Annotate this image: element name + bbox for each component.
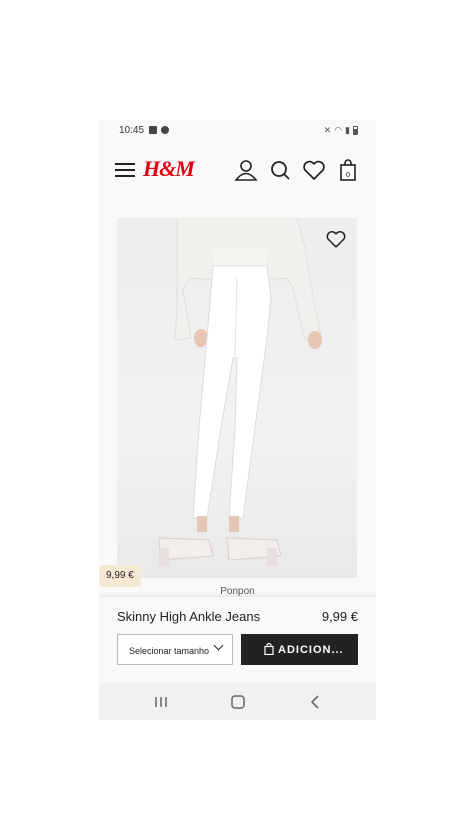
home-icon[interactable] [228,692,248,712]
size-select-label: Selecionar tamanho [129,646,210,656]
signal-icon: ▮ [345,125,350,135]
app-header: H&M 0 [99,142,376,198]
system-icons: ✕ ◠ ▮ [324,125,358,135]
image-price-tag: 9,99 € [99,565,141,587]
add-to-cart-sheet: Skinny High Ankle Jeans 9,99 € Seleciona… [99,597,376,683]
facebook-icon [161,126,169,134]
product-image[interactable] [117,218,357,578]
bag-count: 0 [346,172,350,179]
favorites-icon[interactable] [301,157,327,183]
cropped-text-row: ' ' ' ' ' ' ' ' ' ' ' ' ' ' ' ' ' ' [99,198,376,210]
wifi-icon: ◠ [334,125,343,135]
search-icon[interactable] [267,157,293,183]
size-select[interactable]: Selecionar tamanho [117,634,233,665]
gallery-icon [149,126,157,134]
hm-logo[interactable]: H&M [143,156,195,182]
back-icon[interactable] [305,692,325,712]
battery-icon [353,126,358,135]
shopping-bag-icon[interactable]: 0 [335,157,361,183]
cropped-label: Ponpon [220,586,255,596]
product-name: Skinny High Ankle Jeans [117,609,261,624]
notification-icons [149,126,169,134]
mute-icon: ✕ [323,125,332,135]
bag-icon [264,642,274,658]
add-to-cart-label: ADICION... [278,644,344,656]
phone-screen: 10:45 ✕ ◠ ▮ H&M 0 ' ' ' ' ' ' ' ' ' ' ' … [99,120,376,720]
status-time: 10:45 [119,125,145,136]
chevron-down-icon [213,640,224,651]
recent-apps-icon[interactable] [151,692,171,712]
add-to-favorites-heart-icon[interactable] [325,228,347,250]
status-bar: 10:45 ✕ ◠ ▮ [99,120,376,142]
menu-icon[interactable] [115,163,135,177]
product-price: 9,99 € [321,609,358,624]
model-photo [158,218,322,566]
account-icon[interactable] [233,157,259,183]
android-nav-bar [99,683,376,720]
add-to-cart-button[interactable]: ADICION... [241,634,358,665]
